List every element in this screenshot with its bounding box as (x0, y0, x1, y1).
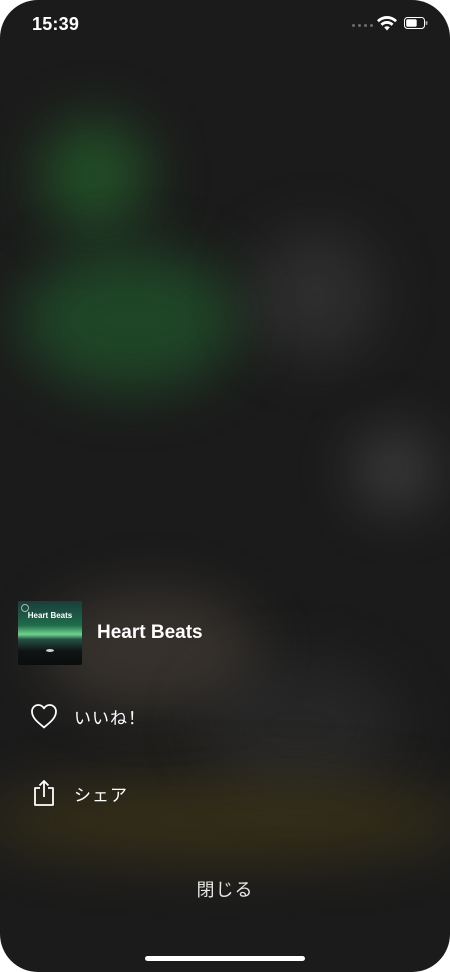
like-label: いいね！ (74, 708, 146, 729)
phone-screen: 15:39 Heart Beats Heart Beats いいね！ シェア 閉… (0, 0, 450, 972)
context-menu-sheet: Heart Beats Heart Beats いいね！ シェア 閉じる (0, 0, 450, 972)
close-button[interactable]: 閉じる (0, 876, 450, 902)
like-button[interactable]: いいね！ (28, 696, 146, 736)
album-artwork: Heart Beats (18, 601, 82, 665)
share-button[interactable]: シェア (28, 773, 128, 813)
heart-icon (28, 700, 60, 732)
share-label: シェア (74, 785, 128, 806)
track-header: Heart Beats Heart Beats (18, 600, 203, 666)
home-indicator[interactable] (145, 956, 305, 961)
share-icon (28, 777, 60, 809)
artwork-light (46, 649, 54, 652)
track-title: Heart Beats (97, 622, 203, 643)
artwork-title: Heart Beats (27, 611, 73, 620)
